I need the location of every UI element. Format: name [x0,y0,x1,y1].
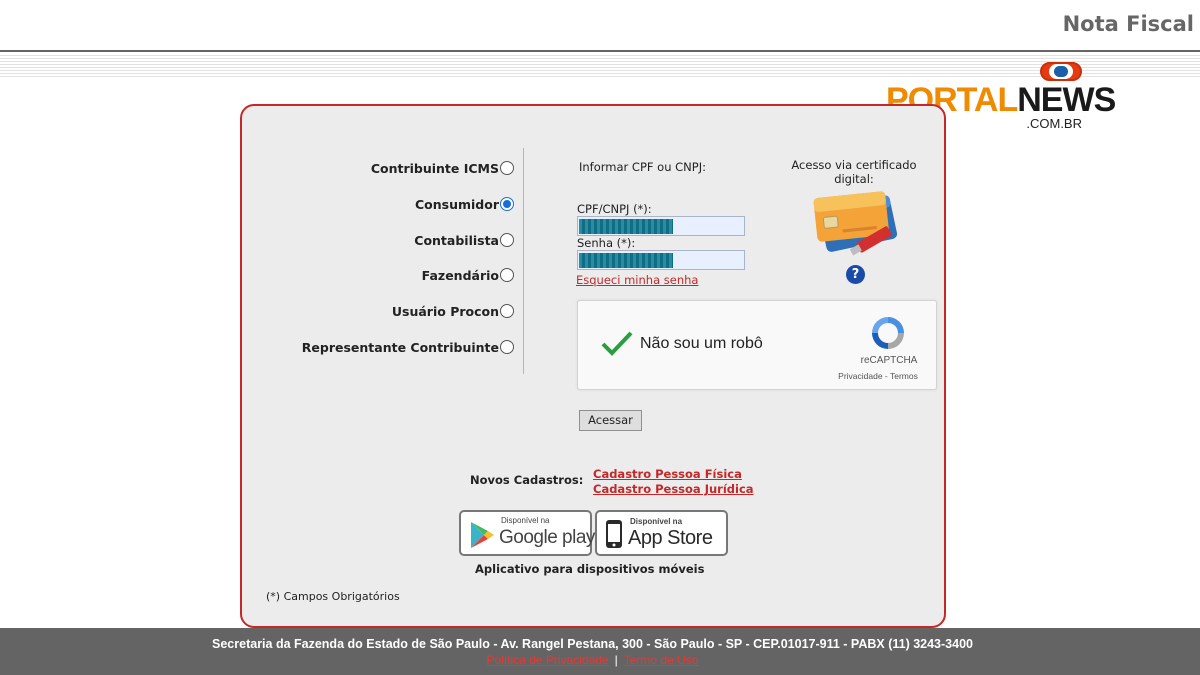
role-label: Contribuinte ICMS [370,160,499,176]
role-label: Consumidor [414,196,499,212]
google-play-small-text: Disponível na [501,516,550,525]
recaptcha-links[interactable]: Privacidade - Termos [818,371,938,381]
header: Nota Fiscal [0,0,1200,52]
role-fazendario[interactable]: Fazendário [242,265,514,285]
captcha-text: Não sou um robô [640,335,763,352]
google-play-big-text: Google play [499,527,595,548]
radio-contabilista[interactable] [500,233,514,247]
app-caption: Aplicativo para dispositivos móveis [475,562,705,576]
footer-links: Política de Privacidade | Termo de Uso [0,653,1185,667]
senha-label: Senha (*): [577,236,636,250]
novos-cadastros-label: Novos Cadastros: [470,473,584,487]
certificate-card-icon[interactable] [812,188,902,258]
app-store-badge[interactable]: Disponível na App Store [595,510,728,556]
google-play-badge[interactable]: Disponível na Google play [459,510,595,556]
radio-usuario-procon[interactable] [500,304,514,318]
role-consumidor[interactable]: Consumidor [242,194,514,214]
logo-eye-icon [1040,62,1082,81]
footer-separator: | [614,653,618,667]
role-representante-contribuinte[interactable]: Representante Contribuinte [242,337,514,357]
phone-icon [606,520,622,548]
role-usuario-procon[interactable]: Usuário Procon [242,301,514,321]
app-store-small-text: Disponível na [630,517,683,526]
logo-part-news: NEWS [1017,81,1116,119]
radio-representante-contribuinte[interactable] [500,340,514,354]
terms-of-use-link[interactable]: Termo de Uso [624,653,699,667]
role-label: Representante Contribuinte [301,339,499,355]
privacy-policy-link[interactable]: Política de Privacidade [487,653,609,667]
cadastro-pessoa-fisica-link[interactable]: Cadastro Pessoa Física [593,467,742,481]
radio-fazendario[interactable] [500,268,514,282]
forgot-password-link[interactable]: Esqueci minha senha [576,273,698,287]
logo-domain: .COM.BR [1026,116,1082,131]
app-store-big-text: App Store [628,527,713,549]
recaptcha-widget[interactable]: Não sou um robô reCAPTCHA Privacidade - … [577,300,937,390]
role-label: Fazendário [421,267,499,283]
help-icon[interactable]: ? [846,265,865,284]
login-panel: Contribuinte ICMS Consumidor Contabilist… [240,104,946,628]
role-contabilista[interactable]: Contabilista [242,230,514,250]
page-title: Nota Fiscal [1062,12,1194,36]
recaptcha-brand: reCAPTCHA [860,355,918,366]
password-input[interactable] [577,250,745,270]
radio-consumidor[interactable] [500,197,514,211]
certificate-label: Acesso via certificado digital: [791,158,917,186]
vertical-divider [523,148,524,374]
redacted-value [579,219,673,234]
inform-label: Informar CPF ou CNPJ: [579,160,706,174]
acessar-button[interactable]: Acessar [579,410,642,431]
required-fields-note: (*) Campos Obrigatórios [266,590,400,603]
role-label: Contabilista [414,232,499,248]
cadastro-pessoa-juridica-link[interactable]: Cadastro Pessoa Jurídica [593,482,754,496]
google-play-icon [471,522,494,548]
radio-contribuinte-icms[interactable] [500,161,514,175]
redacted-value [579,253,673,268]
recaptcha-logo-icon [872,317,904,349]
role-label: Usuário Procon [391,303,499,319]
cpf-label: CPF/CNPJ (*): [577,202,652,216]
footer-address: Secretaria da Fazenda do Estado de São P… [212,637,973,651]
page: Nota Fiscal PORTALNEWS .COM.BR Contribui… [0,0,1200,675]
checkmark-icon[interactable] [600,329,634,359]
cpf-cnpj-input[interactable] [577,216,745,236]
role-contribuinte-icms[interactable]: Contribuinte ICMS [242,158,514,178]
footer: Secretaria da Fazenda do Estado de São P… [0,628,1200,675]
